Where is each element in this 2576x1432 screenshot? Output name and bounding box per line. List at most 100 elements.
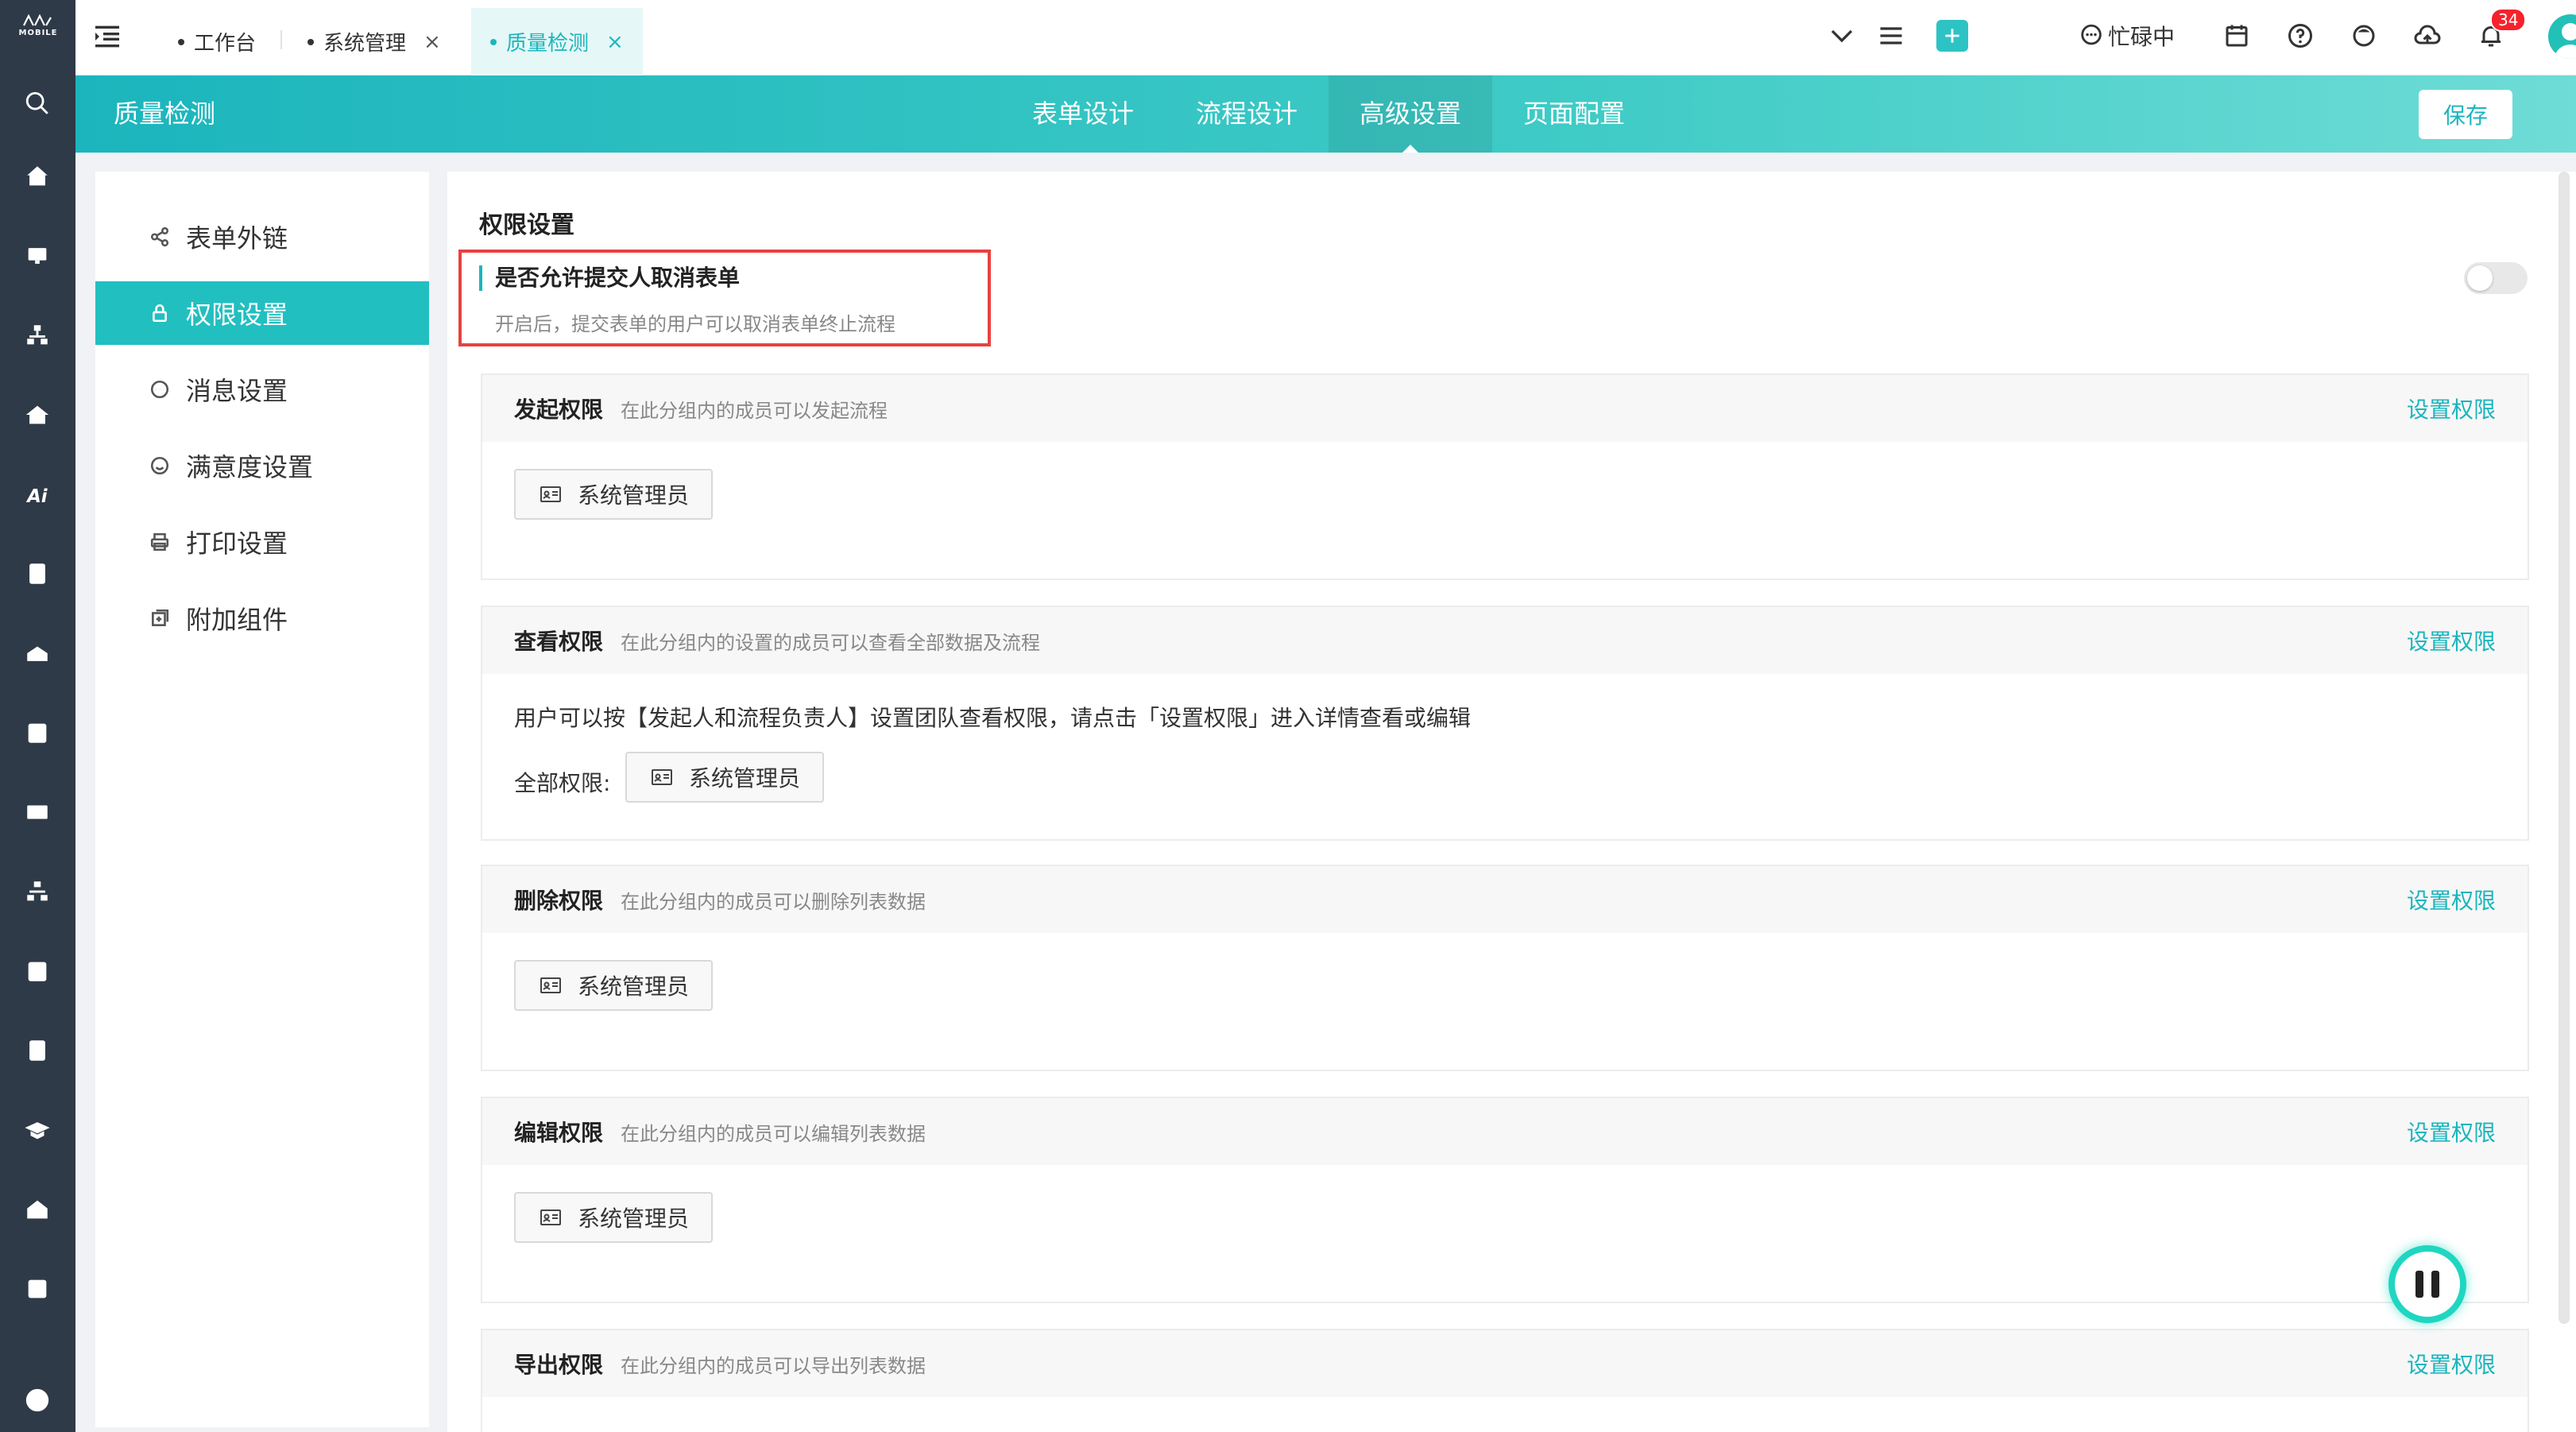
card-description: 在此分组内的成员可以删除列表数据 bbox=[621, 890, 926, 913]
cancel-option-description: 开启后，提交表单的用户可以取消表单终止流程 bbox=[495, 313, 895, 335]
chevron-down-icon[interactable] bbox=[1824, 17, 1860, 54]
menu-toggle-icon[interactable] bbox=[91, 21, 123, 52]
apps-icon[interactable] bbox=[21, 1384, 53, 1416]
card-title: 删除权限 bbox=[514, 888, 604, 914]
card-title: 导出权限 bbox=[514, 1352, 604, 1378]
pause-bar bbox=[2415, 1271, 2423, 1298]
house-icon[interactable] bbox=[21, 399, 53, 431]
top-tab-bar: 工作台 系统管理 × 质量检测 × 忙碌中 34 bbox=[75, 0, 2576, 75]
calendar-icon[interactable] bbox=[21, 717, 53, 749]
tab-workbench[interactable]: 工作台 bbox=[159, 8, 275, 75]
id-card-icon bbox=[540, 486, 561, 502]
avatar[interactable] bbox=[2548, 14, 2576, 59]
set-permission-link[interactable]: 设置权限 bbox=[2407, 1348, 2496, 1380]
lock-icon bbox=[153, 304, 167, 323]
save-button[interactable]: 保存 bbox=[2419, 90, 2512, 139]
tab-form-design[interactable]: 表单设计 bbox=[1001, 75, 1165, 153]
clipboard-icon[interactable] bbox=[21, 955, 53, 987]
building-icon[interactable] bbox=[21, 1194, 53, 1225]
section-title: 权限设置 bbox=[479, 211, 574, 239]
yen-icon[interactable] bbox=[21, 1035, 53, 1066]
card-title: 发起权限 bbox=[514, 397, 604, 423]
card-description: 在此分组内的成员可以编辑列表数据 bbox=[621, 1122, 926, 1145]
tab-page-config[interactable]: 页面配置 bbox=[1492, 75, 1656, 153]
main-content: 权限设置 是否允许提交人取消表单 开启后，提交表单的用户可以取消表单终止流程 发… bbox=[447, 172, 2576, 1432]
bell-icon[interactable]: 34 bbox=[2473, 8, 2527, 54]
add-icon[interactable] bbox=[1936, 20, 1968, 52]
settings-side-menu: 表单外链 权限设置 消息设置 满意度设置 打印设置 附加组件 bbox=[95, 172, 429, 1427]
cancel-option-toggle[interactable] bbox=[2464, 262, 2528, 294]
side-item-print[interactable]: 打印设置 bbox=[95, 510, 429, 574]
card-icon[interactable] bbox=[21, 796, 53, 828]
card-header: 查看权限 在此分组内的设置的成员可以查看全部数据及流程 设置权限 bbox=[482, 607, 2528, 674]
tab-advanced-settings[interactable]: 高级设置 bbox=[1329, 75, 1492, 153]
close-icon[interactable]: × bbox=[606, 30, 624, 54]
left-rail: MOBILE Ai bbox=[0, 0, 75, 1432]
status-indicator[interactable]: 忙碌中 bbox=[2078, 20, 2175, 52]
pause-bar bbox=[2431, 1271, 2439, 1298]
card-delete-permission: 删除权限 在此分组内的成员可以删除列表数据 设置权限 系统管理员 bbox=[481, 865, 2529, 1071]
tab-dot bbox=[178, 38, 184, 45]
tab-system-management[interactable]: 系统管理 × bbox=[288, 8, 460, 75]
smile-icon bbox=[150, 456, 169, 475]
tab-dot bbox=[307, 38, 314, 45]
card-title: 编辑权限 bbox=[514, 1120, 604, 1146]
printer-icon bbox=[150, 532, 169, 552]
close-icon[interactable]: × bbox=[424, 30, 441, 54]
home-icon[interactable] bbox=[21, 161, 53, 192]
inbox-icon[interactable] bbox=[21, 637, 53, 669]
ai-icon[interactable]: Ai bbox=[21, 478, 53, 510]
monitor-icon[interactable] bbox=[21, 240, 53, 272]
page-title: 质量检测 bbox=[114, 99, 216, 129]
member-tag[interactable]: 系统管理员 bbox=[514, 469, 714, 520]
tab-process-design[interactable]: 流程设计 bbox=[1165, 75, 1329, 153]
cancel-option-title: 是否允许提交人取消表单 bbox=[479, 265, 740, 291]
card-view-permission: 查看权限 在此分组内的设置的成员可以查看全部数据及流程 设置权限 用户可以按【发… bbox=[481, 606, 2529, 841]
all-permission-label: 全部权限: bbox=[514, 770, 611, 796]
app-logo: MOBILE bbox=[14, 14, 62, 38]
member-tag[interactable]: 系统管理员 bbox=[514, 1192, 714, 1243]
card-header: 发起权限 在此分组内的成员可以发起流程 设置权限 bbox=[482, 375, 2528, 442]
calendar-icon[interactable] bbox=[2218, 17, 2255, 54]
svg-text:Ai: Ai bbox=[25, 486, 48, 507]
search-icon[interactable] bbox=[21, 87, 53, 119]
card-description: 在此分组内的设置的成员可以查看全部数据及流程 bbox=[621, 631, 1041, 654]
set-permission-link[interactable]: 设置权限 bbox=[2407, 625, 2496, 656]
skin-icon[interactable] bbox=[2346, 17, 2382, 54]
card-header: 删除权限 在此分组内的成员可以删除列表数据 设置权限 bbox=[482, 866, 2528, 933]
side-item-satisfaction[interactable]: 满意度设置 bbox=[95, 434, 429, 497]
side-item-addon[interactable]: 附加组件 bbox=[95, 586, 429, 650]
tab-dot bbox=[490, 38, 497, 45]
chat-status-icon bbox=[2081, 24, 2102, 45]
page-scrollbar[interactable] bbox=[2559, 172, 2570, 1324]
list-menu-icon[interactable] bbox=[1873, 17, 1909, 54]
org-chart-icon[interactable] bbox=[21, 876, 53, 908]
tab-quality-inspection[interactable]: 质量检测 × bbox=[471, 8, 643, 75]
contacts-icon[interactable] bbox=[21, 558, 53, 590]
id-card-icon bbox=[540, 977, 561, 993]
org-chart-icon[interactable] bbox=[21, 319, 53, 351]
id-card-icon bbox=[540, 1209, 561, 1225]
id-card-icon bbox=[652, 769, 672, 785]
view-permission-note: 用户可以按【发起人和流程负责人】设置团队查看权限，请点击「设置权限」进入详情查看… bbox=[514, 705, 1472, 731]
toggle-knob bbox=[2467, 265, 2493, 291]
cloud-upload-icon[interactable] bbox=[2409, 17, 2446, 54]
pause-button[interactable] bbox=[2388, 1245, 2466, 1323]
set-permission-link[interactable]: 设置权限 bbox=[2407, 393, 2496, 424]
help-icon[interactable] bbox=[2282, 17, 2319, 54]
card-description: 在此分组内的成员可以发起流程 bbox=[621, 399, 888, 422]
page-header: 质量检测 表单设计 流程设计 高级设置 页面配置 保存 bbox=[75, 75, 2576, 153]
set-permission-link[interactable]: 设置权限 bbox=[2407, 884, 2496, 915]
logo-mark-icon bbox=[23, 14, 52, 26]
card-edit-permission: 编辑权限 在此分组内的成员可以编辑列表数据 设置权限 系统管理员 bbox=[481, 1097, 2529, 1303]
addon-icon bbox=[152, 609, 169, 626]
member-tag[interactable]: 系统管理员 bbox=[625, 752, 825, 803]
side-item-permission[interactable]: 权限设置 bbox=[95, 281, 429, 345]
side-item-form-link[interactable]: 表单外链 bbox=[95, 205, 429, 269]
set-permission-link[interactable]: 设置权限 bbox=[2407, 1116, 2496, 1148]
graduation-icon[interactable] bbox=[21, 1114, 53, 1146]
card-title: 查看权限 bbox=[514, 629, 604, 655]
member-tag[interactable]: 系统管理员 bbox=[514, 960, 714, 1011]
side-item-message[interactable]: 消息设置 bbox=[95, 358, 429, 421]
dashboard-icon[interactable] bbox=[21, 1273, 53, 1305]
